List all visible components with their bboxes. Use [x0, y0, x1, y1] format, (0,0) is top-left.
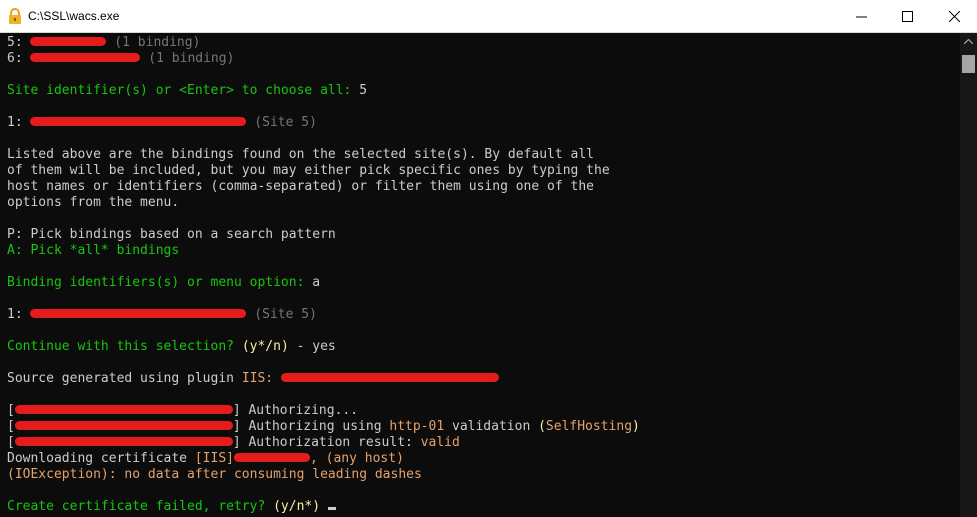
auth-line-method: [] Authorizing using http-01 validation …: [7, 419, 640, 434]
console-line-site-6: 6: (1 binding): [7, 51, 235, 66]
redaction-mark: [14, 421, 233, 430]
info-paragraph-line: Listed above are the bindings found on t…: [7, 147, 594, 162]
console-line-site-5: 5: (1 binding): [7, 35, 201, 50]
download-line: Downloading certificate [IIS], (any host…: [7, 451, 404, 466]
redaction-mark: [30, 117, 247, 126]
redaction-mark: [14, 437, 233, 446]
redaction-mark: [30, 37, 107, 46]
info-paragraph-line: options from the menu.: [7, 195, 180, 210]
source-plugin-line: Source generated using plugin IIS:: [7, 371, 499, 387]
console-output[interactable]: 5: (1 binding) 6: (1 binding) Site ident…: [0, 33, 960, 517]
vertical-scrollbar[interactable]: [960, 33, 977, 517]
menu-option-p: P: Pick bindings based on a search patte…: [7, 227, 336, 242]
redaction-mark: [233, 453, 310, 462]
redaction-mark: [14, 405, 233, 414]
redaction-mark: [30, 309, 247, 318]
redaction-mark: [280, 373, 499, 382]
error-line: (IOException): no data after consuming l…: [7, 467, 422, 482]
close-icon: [948, 11, 960, 22]
window-title: C:\SSL\wacs.exe: [28, 9, 120, 23]
lock-icon: [9, 8, 21, 24]
retry-prompt: Create certificate failed, retry? (y/n*): [7, 499, 336, 515]
scroll-up-button[interactable]: [960, 33, 977, 50]
auth-line-authorizing: [] Authorizing...: [7, 403, 359, 418]
menu-option-a: A: Pick *all* bindings: [7, 243, 180, 258]
title-bar: C:\SSL\wacs.exe: [0, 0, 977, 33]
chevron-up-icon: [964, 38, 973, 44]
maximize-button[interactable]: [884, 0, 930, 33]
maximize-icon: [901, 11, 913, 22]
scrollbar-thumb[interactable]: [962, 55, 975, 73]
text-cursor: [327, 507, 336, 510]
minimize-icon: [855, 16, 867, 18]
selected-binding-line: 1: (Site 5): [7, 307, 317, 322]
auth-line-result: [] Authorization result: valid: [7, 435, 460, 450]
site-identifier-prompt: Site identifier(s) or <Enter> to choose …: [7, 83, 368, 98]
continue-prompt: Continue with this selection? (y*/n) - y…: [7, 339, 336, 354]
minimize-button[interactable]: [838, 0, 884, 33]
console-line-binding: 1: (Site 5): [7, 115, 317, 130]
binding-identifier-prompt: Binding identifiers(s) or menu option: a: [7, 275, 321, 290]
info-paragraph-line: of them will be included, but you may ei…: [7, 163, 610, 178]
info-paragraph-line: host names or identifiers (comma-separat…: [7, 179, 594, 194]
redaction-mark: [30, 53, 141, 62]
close-button[interactable]: [931, 0, 977, 33]
